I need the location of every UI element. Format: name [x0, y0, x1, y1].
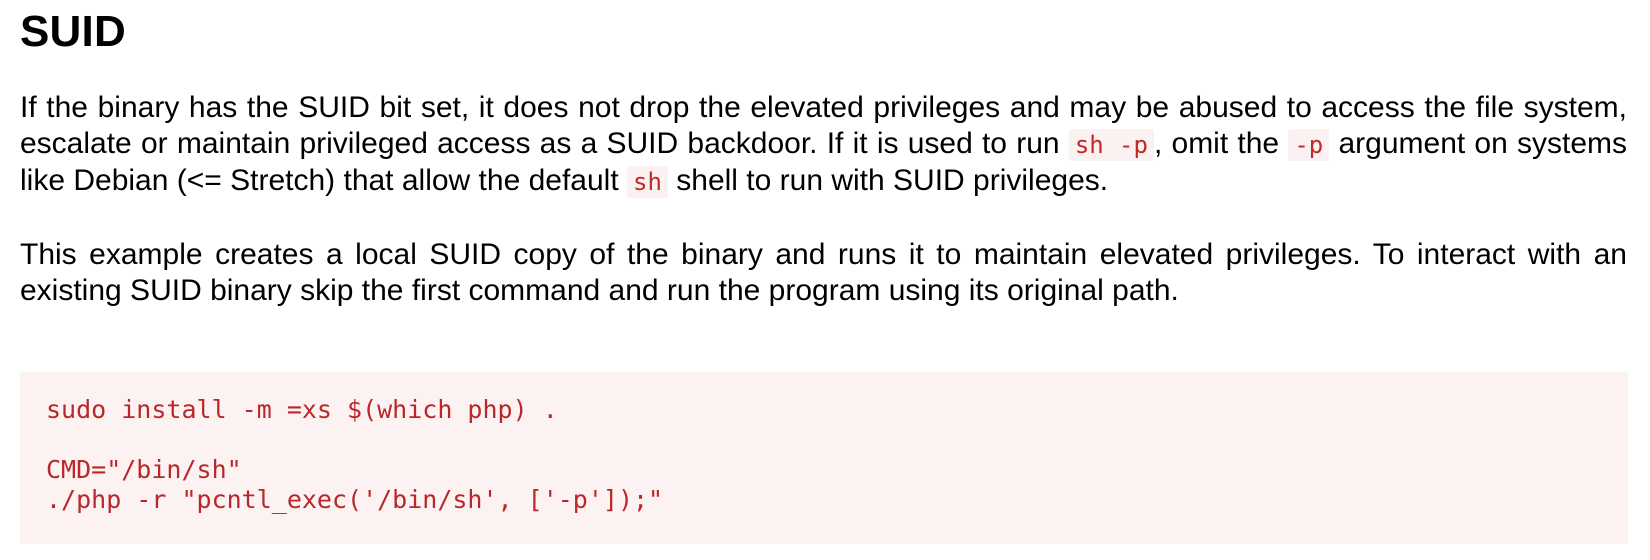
inline-code-sh: sh	[627, 166, 668, 198]
code-line: sudo install -m =xs $(which php) .	[46, 395, 558, 424]
inline-code-p-flag: -p	[1288, 129, 1330, 161]
code-block[interactable]: sudo install -m =xs $(which php) . CMD="/…	[20, 372, 1628, 544]
code-line: CMD="/bin/sh"	[46, 455, 242, 484]
example-description-paragraph: This example creates a local SUID copy o…	[20, 238, 1627, 307]
paragraph-text: , omit the	[1153, 127, 1289, 160]
page: SUID If the binary has the SUID bit set,…	[0, 0, 1650, 560]
paragraph-text: shell to run with SUID privileges.	[667, 164, 1109, 197]
code-line: ./php -r "pcntl_exec('/bin/sh', ['-p']);…	[46, 485, 664, 514]
section-heading: SUID	[20, 7, 126, 56]
inline-code-sh-p: sh -p	[1068, 129, 1154, 161]
suid-description-paragraph: If the binary has the SUID bit set, it d…	[20, 90, 1627, 200]
